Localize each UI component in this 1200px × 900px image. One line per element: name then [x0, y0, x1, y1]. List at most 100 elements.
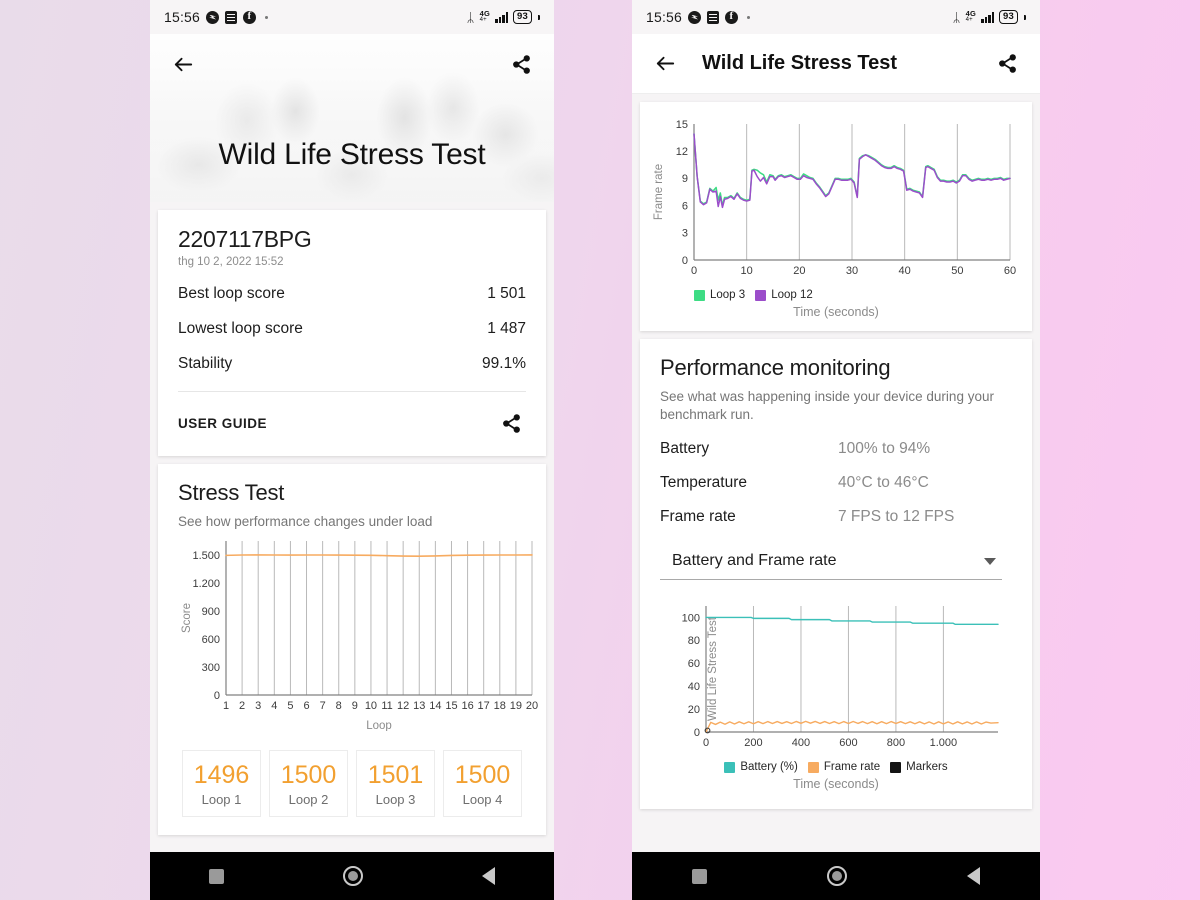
bluetooth-icon: ᛦ — [466, 9, 475, 25]
svg-text:8: 8 — [336, 700, 342, 712]
svg-text:9: 9 — [682, 173, 688, 185]
card-divider — [178, 391, 526, 392]
svg-text:30: 30 — [846, 265, 858, 277]
frame-rate-legend: Loop 3 Loop 12 — [648, 289, 1024, 301]
circle-icon[interactable] — [342, 866, 363, 886]
row-value: 1 487 — [487, 320, 526, 337]
svg-text:15: 15 — [445, 700, 457, 712]
share-icon[interactable] — [992, 49, 1022, 79]
user-guide-button[interactable]: USER GUIDE — [178, 416, 267, 431]
legend-label: Loop 3 — [710, 289, 746, 301]
row-label: Lowest loop score — [178, 320, 303, 337]
legend-swatch-loop-3 — [694, 289, 705, 301]
svg-text:Wild Life Stress Test: Wild Life Stress Test — [707, 617, 719, 722]
legend-label: Markers — [906, 761, 948, 774]
more-notifications-dot-icon — [265, 15, 269, 19]
network-type-icon: 4G 4+ — [479, 9, 491, 23]
loop-score-label: Loop 1 — [201, 792, 242, 808]
row-label: Frame rate — [660, 508, 736, 526]
loop-score-value: 1500 — [280, 761, 337, 790]
table-row: Lowest loop score 1 487 — [178, 320, 526, 338]
performance-monitoring-card: Performance monitoring See what was happ… — [640, 339, 1032, 810]
frame-rate-card: 0 3 6 9 12 15 0 10 20 30 40 50 60 Frame rate Loop 3 L… — [640, 102, 1032, 331]
svg-text:60: 60 — [1004, 265, 1016, 277]
status-bar-left: 15:56 ᛦ 4G4+ 93 — [150, 0, 554, 34]
svg-text:1.000: 1.000 — [930, 737, 958, 749]
bluetooth-icon: ᛦ — [952, 9, 961, 25]
svg-text:2: 2 — [239, 700, 245, 712]
section-subtitle: See what was happening inside your devic… — [660, 389, 994, 423]
legend-label: Battery (%) — [740, 761, 798, 774]
list-item[interactable]: 1496 Loop 1 — [182, 750, 261, 818]
page-title: Wild Life Stress Test — [218, 138, 486, 171]
svg-text:13: 13 — [413, 700, 425, 712]
svg-text:5: 5 — [287, 700, 293, 712]
hero-banner: Wild Life Stress Test — [150, 34, 554, 202]
svg-text:80: 80 — [688, 636, 700, 648]
square-icon[interactable] — [209, 868, 225, 884]
hero-toolbar — [150, 34, 554, 94]
row-label: Temperature — [660, 474, 748, 492]
legend-swatch-loop-12 — [755, 289, 767, 301]
more-notifications-dot-icon — [747, 15, 751, 19]
svg-text:400: 400 — [792, 737, 810, 749]
metric-select-value: Battery and Frame rate — [672, 552, 837, 570]
triangle-back-icon[interactable] — [967, 867, 980, 885]
svg-text:4: 4 — [271, 700, 277, 712]
status-bar-left-group: 15:56 — [646, 9, 751, 25]
loop-score-value: 1501 — [367, 761, 424, 790]
chevron-down-icon[interactable] — [984, 557, 996, 565]
phone-right: 15:56 ᛦ 4G4+ 93 — [632, 0, 1040, 900]
legend-item: Markers — [890, 761, 948, 773]
facebook-icon — [243, 10, 257, 24]
svg-text:300: 300 — [202, 662, 220, 674]
legend-swatch-markers — [890, 761, 902, 773]
svg-text:11: 11 — [381, 700, 392, 712]
legend-item: Battery (%) — [724, 761, 798, 773]
list-item[interactable]: 1500 Loop 4 — [443, 750, 522, 818]
svg-text:6: 6 — [303, 700, 309, 712]
list-item[interactable]: 1500 Loop 2 — [269, 750, 348, 818]
back-arrow-icon[interactable] — [168, 49, 198, 79]
loop-score-value: 1500 — [454, 761, 511, 790]
frame-rate-chart-svg: 0 3 6 9 12 15 0 10 20 30 40 50 60 Frame rate — [653, 119, 1016, 277]
section-title: Performance monitoring — [660, 355, 891, 380]
frame-rate-x-axis-caption: Time (seconds) — [793, 305, 879, 319]
svg-text:900: 900 — [202, 606, 220, 618]
svg-text:14: 14 — [429, 700, 441, 712]
back-arrow-icon[interactable] — [650, 49, 680, 79]
svg-text:17: 17 — [478, 700, 490, 712]
legend-item: Loop 12 — [755, 289, 813, 301]
row-value: 100% to 94% — [838, 440, 931, 458]
svg-text:600: 600 — [839, 737, 857, 749]
svg-text:800: 800 — [887, 737, 905, 749]
network-type-icon: 4G 4+ — [965, 9, 977, 23]
phone-left-screen: 15:56 ᛦ 4G4+ 93 — [150, 0, 554, 852]
app-bar: Wild Life Stress Test — [632, 34, 1040, 94]
svg-text:20: 20 — [526, 700, 538, 712]
svg-text:12: 12 — [397, 700, 409, 712]
legend-swatch-frame-rate — [807, 761, 819, 773]
feed-icon — [225, 10, 238, 24]
status-bar-right-group: ᛦ 4G 4+ 93 — [467, 10, 540, 24]
share-icon[interactable] — [506, 49, 536, 79]
circle-icon[interactable] — [827, 866, 847, 886]
share-icon[interactable] — [496, 408, 526, 438]
facebook-icon — [725, 10, 739, 24]
row-label: Best loop score — [178, 285, 285, 302]
run-timestamp: thg 10 2, 2022 15:52 — [178, 256, 284, 268]
triangle-back-icon[interactable] — [481, 867, 495, 885]
svg-text:40: 40 — [688, 681, 700, 693]
square-icon[interactable] — [692, 868, 707, 884]
svg-text:9: 9 — [352, 700, 358, 712]
svg-text:1: 1 — [223, 700, 229, 712]
stress-test-chart-svg: 03006009001.2001.5001 2 3 4 5 6 7 8 9 10 11 12 13 14 1… — [181, 541, 538, 732]
metric-select[interactable]: Battery and Frame rate — [660, 552, 1002, 581]
list-item[interactable]: 1501 Loop 3 — [356, 750, 435, 818]
legend-label: Frame rate — [823, 761, 881, 774]
loop-score-value: 1496 — [193, 761, 250, 790]
svg-text:15: 15 — [676, 119, 688, 131]
status-bar-clock: 15:56 — [164, 9, 201, 25]
legend-item: Frame rate — [807, 761, 881, 774]
svg-text:1.200: 1.200 — [192, 578, 220, 590]
